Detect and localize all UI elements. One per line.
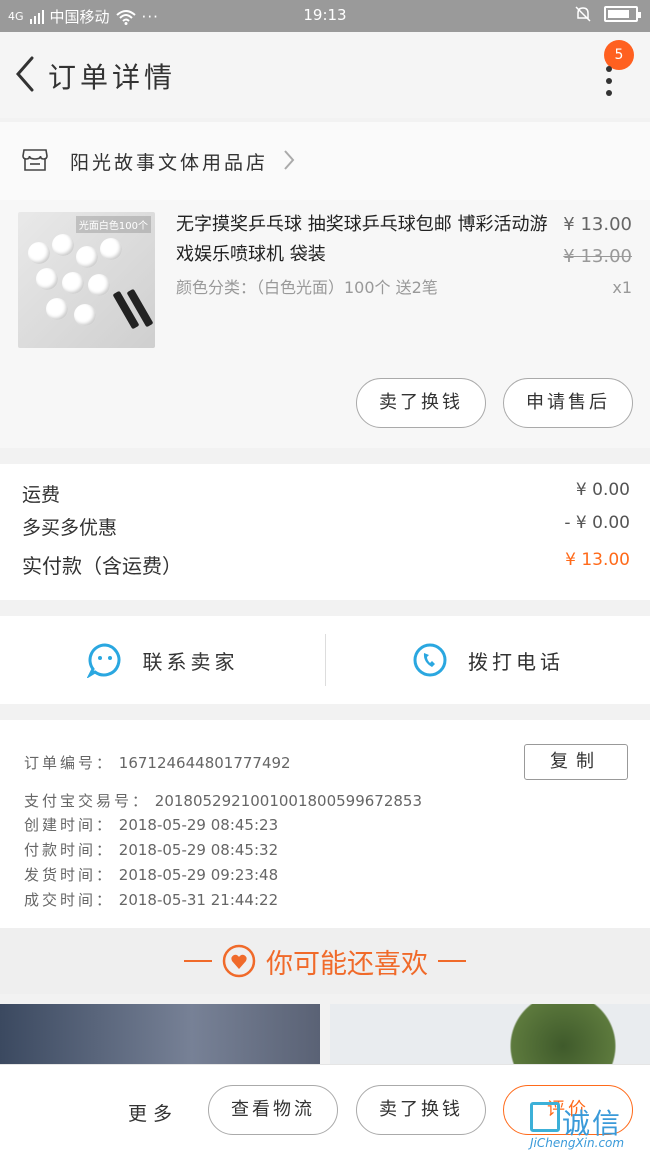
- ball-shape: [28, 242, 50, 264]
- product-card: 光面白色100个 无字摸奖乒乓球 抽奖球乒乓球包邮 博彩活动游戏娱乐喷球机 袋装…: [0, 200, 650, 448]
- product-image[interactable]: 光面白色100个: [18, 212, 155, 348]
- decor-line: [438, 960, 466, 962]
- alipay-row: 支付宝交易号： 2018052921001001800599672853: [24, 790, 422, 811]
- created-time: 2018-05-29 08:45:23: [118, 816, 279, 834]
- chat-bubble-icon: [86, 643, 120, 678]
- product-price: ¥ 13.00: [563, 214, 632, 235]
- ball-shape: [74, 304, 96, 326]
- completed-row: 成交时间： 2018-05-31 21:44:22: [24, 889, 278, 910]
- dot-icon: [606, 66, 612, 72]
- product-title[interactable]: 无字摸奖乒乓球 抽奖球乒乓球包邮 博彩活动游戏娱乐喷球机 袋装: [176, 210, 556, 270]
- recommend-header: 你可能还喜欢: [0, 928, 650, 994]
- ball-shape: [52, 234, 74, 256]
- recommend-item-image[interactable]: [330, 1004, 650, 1064]
- shop-name: 阳光故事文体用品店: [70, 152, 269, 174]
- shipped-time: 2018-05-29 09:23:48: [118, 866, 279, 884]
- battery-icon: [604, 6, 641, 22]
- more-button[interactable]: 更多: [128, 1099, 178, 1126]
- shipped-row: 发货时间： 2018-05-29 09:23:48: [24, 864, 278, 885]
- chevron-right-icon: [284, 150, 295, 170]
- order-info: 订单编号： 167124644801777492 复制 支付宝交易号： 2018…: [0, 720, 650, 928]
- total-row: 实付款（含运费） ¥ 13.00: [22, 550, 630, 579]
- page-title: 订单详情: [48, 61, 177, 94]
- ball-shape: [36, 268, 58, 290]
- ball-shape: [88, 274, 110, 296]
- shop-row[interactable]: 阳光故事文体用品店: [0, 122, 650, 200]
- shipping-row: 运费 ¥ 0.00: [22, 480, 630, 507]
- watermark: 诚信 JiChengXin.com: [530, 1098, 642, 1152]
- created-row: 创建时间： 2018-05-29 08:45:23: [24, 814, 278, 835]
- image-tag: 光面白色100个: [75, 216, 151, 233]
- paid-time: 2018-05-29 08:45:32: [118, 841, 279, 859]
- product-quantity: x1: [612, 278, 632, 297]
- status-time: 19:13: [303, 6, 347, 24]
- sell-again-bottom-button[interactable]: 卖了换钱: [356, 1085, 486, 1135]
- mute-bell-icon: [575, 6, 591, 22]
- alipay-number: 2018052921001001800599672853: [154, 792, 423, 810]
- phone-icon: [413, 643, 447, 677]
- total-label: 实付款（含运费）: [22, 554, 182, 578]
- ball-shape: [62, 272, 84, 294]
- shipped-label: 发货时间：: [24, 866, 115, 884]
- product-original-price: ¥ 13.00: [563, 246, 632, 267]
- recommend-title: 你可能还喜欢: [266, 948, 428, 980]
- discount-row: 多买多优惠 - ¥ 0.00: [22, 513, 630, 540]
- page-header: 订单详情 5: [0, 32, 650, 118]
- call-label: 拨打电话: [468, 649, 564, 674]
- completed-label: 成交时间：: [24, 891, 115, 909]
- battery-fill: [608, 10, 629, 18]
- ball-shape: [100, 238, 122, 260]
- call-button[interactable]: 拨打电话: [326, 616, 650, 704]
- dot-icon: [606, 90, 612, 96]
- product-spec: 颜色分类：（白色光面）100个 送2笔: [176, 278, 438, 297]
- shipping-label: 运费: [22, 484, 61, 506]
- status-bar: 4G 中国移动 ··· 19:13: [0, 0, 650, 32]
- total-value: ¥ 13.00: [565, 550, 630, 570]
- order-number-label: 订单编号：: [24, 754, 115, 772]
- alipay-label: 支付宝交易号：: [24, 792, 151, 810]
- decor-line: [184, 960, 212, 962]
- status-right: [574, 5, 641, 23]
- more-menu-button[interactable]: [604, 66, 614, 98]
- back-button[interactable]: [10, 52, 40, 96]
- recommend-item-image[interactable]: [0, 1004, 320, 1064]
- ball-shape: [46, 298, 68, 320]
- discount-value: - ¥ 0.00: [564, 513, 630, 533]
- copy-button[interactable]: 复制: [524, 744, 628, 780]
- dot-icon: [606, 78, 612, 84]
- shipping-value: ¥ 0.00: [575, 480, 630, 500]
- tree-shape: [488, 1004, 638, 1064]
- ball-shape: [76, 246, 98, 268]
- chevron-left-icon: [16, 56, 34, 92]
- fee-summary: 运费 ¥ 0.00 多买多优惠 - ¥ 0.00 实付款（含运费） ¥ 13.0…: [0, 464, 650, 600]
- watermark-logo-icon: [530, 1102, 560, 1132]
- completed-time: 2018-05-31 21:44:22: [118, 891, 279, 909]
- store-icon: [22, 149, 48, 171]
- order-number: 167124644801777492: [118, 754, 291, 772]
- paid-label: 付款时间：: [24, 841, 115, 859]
- contact-seller-label: 联系卖家: [142, 649, 239, 674]
- watermark-url: JiChengXin.com: [530, 1136, 625, 1150]
- view-logistics-button[interactable]: 查看物流: [208, 1085, 338, 1135]
- recommend-list: [0, 1004, 650, 1064]
- created-label: 创建时间：: [24, 816, 115, 834]
- paid-row: 付款时间： 2018-05-29 08:45:32: [24, 839, 278, 860]
- heart-icon: [222, 944, 256, 978]
- contact-bar: 联系卖家 拨打电话: [0, 616, 650, 704]
- sell-again-button[interactable]: 卖了换钱: [356, 378, 486, 428]
- contact-seller-button[interactable]: 联系卖家: [0, 616, 325, 704]
- discount-label: 多买多优惠: [22, 517, 118, 539]
- after-sale-button[interactable]: 申请售后: [503, 378, 633, 428]
- order-number-row: 订单编号： 167124644801777492: [24, 752, 291, 773]
